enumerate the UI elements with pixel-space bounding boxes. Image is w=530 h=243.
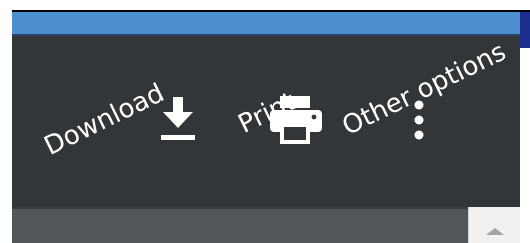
window-frame-top xyxy=(0,0,530,12)
download-annotation: Download xyxy=(39,78,170,162)
scroll-up-arrow-icon xyxy=(486,228,504,235)
window-frame-left xyxy=(0,0,12,243)
title-bar-edge xyxy=(520,12,530,48)
document-viewer-area xyxy=(12,207,520,243)
toolbar-shadow xyxy=(12,207,520,209)
pdf-viewer-toolbar: Download Print Other options xyxy=(12,36,520,207)
scrollbar-up-button[interactable] xyxy=(468,207,520,243)
title-bar xyxy=(12,12,520,34)
